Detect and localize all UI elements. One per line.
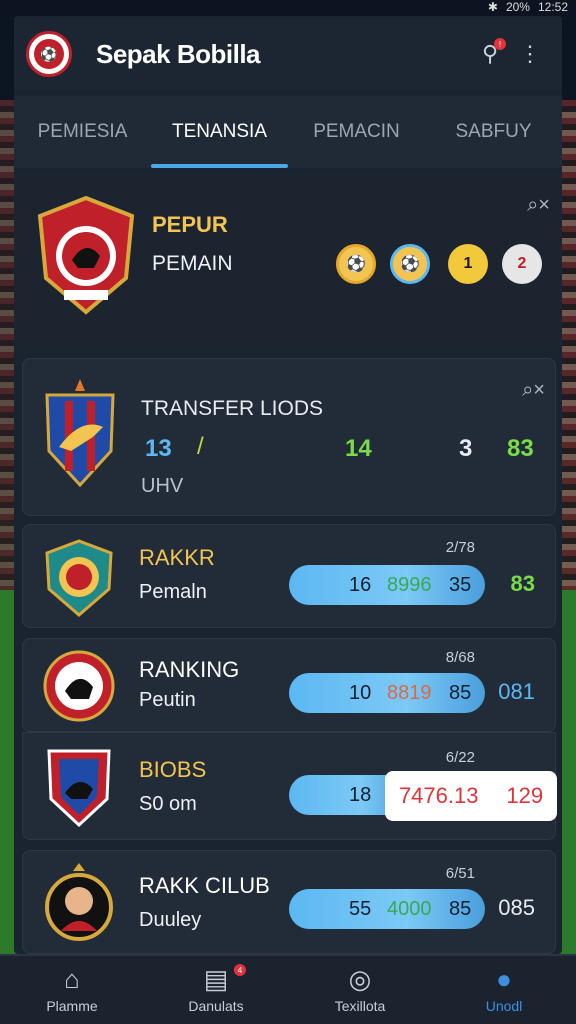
stats-pill[interactable]: 16 8996 35 (289, 565, 485, 605)
list-item[interactable]: RAKKR Pemaln 2/78 16 8996 35 83 (22, 524, 556, 628)
row-score: 081 (498, 679, 535, 704)
club-badge-3[interactable]: 1 (448, 244, 488, 284)
notification-badge: 4 (234, 964, 246, 976)
club-name: RAKKR (139, 545, 215, 570)
dismiss-icon[interactable]: ⌕× (527, 194, 550, 217)
tab-pemacin[interactable]: PEMACIN (288, 96, 425, 168)
stats-pill[interactable]: 10 8819 85 (289, 673, 485, 713)
clock: 12:52 (537, 0, 568, 14)
club-subtitle: Peutin (139, 689, 196, 711)
app-header: ⚽ Sepak Bobilla ⚲ ! ⋮ (14, 18, 562, 90)
list-item[interactable]: RANKING Peutin 8/68 10 8819 85 081 (22, 638, 556, 732)
notification-badge: ! (494, 38, 506, 50)
club-crest-icon (45, 539, 113, 617)
bottom-navigation: ⌂ Plamme ▤ Danulats 4 ◎ Texillota ● Unod… (0, 954, 576, 1024)
battery-level: 20% (505, 0, 530, 14)
crest-icon: ⚽ (346, 256, 366, 273)
transfer-stat-3: 3 (459, 435, 473, 462)
nav-documents[interactable]: ▤ Danulats 4 (144, 956, 288, 1024)
transfer-club-crest-icon (45, 379, 115, 488)
club-subtitle: Pemaln (139, 581, 207, 603)
match-date: 6/22 (445, 749, 475, 766)
match-date: 8/68 (445, 649, 475, 666)
club-badge-4[interactable]: 2 (502, 244, 542, 284)
list-item[interactable]: BIOBS S0 om 6/22 18 7476.13 129 (22, 732, 557, 840)
app-logo: ⚽ (26, 31, 72, 77)
transfer-card-subtitle: UHV (141, 475, 184, 497)
user-icon: ● (496, 964, 512, 994)
home-icon: ⌂ (64, 964, 80, 994)
nav-home[interactable]: ⌂ Plamme (0, 956, 144, 1024)
club-name: BIOBS (139, 757, 207, 782)
stats-pill[interactable]: 55 4000 85 (289, 889, 485, 929)
whistle-icon: ◎ (348, 964, 372, 994)
featured-club-subtitle: PEMAIN (152, 252, 233, 275)
tab-pemiesia[interactable]: PEMIESIA (14, 96, 151, 168)
nav-whistle[interactable]: ◎ Texillota (288, 956, 432, 1024)
more-menu-button[interactable]: ⋮ (510, 34, 550, 74)
club-name: RAKK CILUB (139, 873, 270, 898)
nav-profile[interactable]: ● Unodl (432, 956, 576, 1024)
transfer-card-title: TRANSFER LIODS (141, 397, 324, 420)
match-date: 6/51 (445, 865, 475, 882)
club-subtitle: S0 om (139, 793, 197, 815)
row-score: 83 (510, 571, 535, 596)
match-date: 2/78 (445, 539, 475, 556)
transfer-stat-2: 14 (345, 435, 372, 462)
edit-pencil-icon[interactable]: / (197, 433, 204, 461)
row-score: 085 (498, 895, 535, 920)
tab-tenansia[interactable]: TENANSIA (151, 96, 288, 168)
tab-sabfuy[interactable]: SABFUY (425, 96, 562, 168)
club-crest-icon (43, 650, 115, 722)
highlight-score-box[interactable]: 7476.13 129 (385, 771, 557, 821)
featured-club-title: PEPUR (152, 212, 228, 237)
club-badge-2[interactable]: ⚽ (390, 244, 430, 284)
crest-icon: ⚽ (400, 256, 420, 273)
notifications-button[interactable]: ⚲ ! (470, 34, 510, 74)
club-crest-icon (47, 749, 111, 827)
club-name: RANKING (139, 657, 240, 682)
club-crest-icon (45, 863, 113, 941)
document-icon: ▤ (203, 964, 229, 994)
more-vert-icon: ⋮ (519, 41, 541, 66)
club-subtitle: Duuley (139, 909, 202, 931)
status-bar: ✱ 20% 12:52 (488, 0, 568, 14)
app-title: Sepak Bobilla (96, 38, 261, 69)
transfer-stat-4: 83 (507, 435, 534, 462)
dismiss-icon[interactable]: ⌕× (522, 379, 545, 402)
club-crest-icon (37, 195, 135, 315)
bluetooth-icon: ✱ (487, 0, 498, 14)
club-badge-1[interactable]: ⚽ (336, 244, 376, 284)
list-item[interactable]: RAKK CILUB Duuley 6/51 55 4000 85 085 (22, 850, 556, 954)
transfer-stat-1: 13 (145, 435, 172, 462)
tab-bar: PEMIESIA TENANSIA PEMACIN SABFUY (14, 96, 562, 168)
transfer-card[interactable]: TRANSFER LIODS ⌕× 13 / 14 3 83 UHV (22, 358, 556, 516)
featured-club-card[interactable]: PEPUR PEMAIN ⌕× ⚽ ⚽ 1 2 (14, 172, 562, 350)
